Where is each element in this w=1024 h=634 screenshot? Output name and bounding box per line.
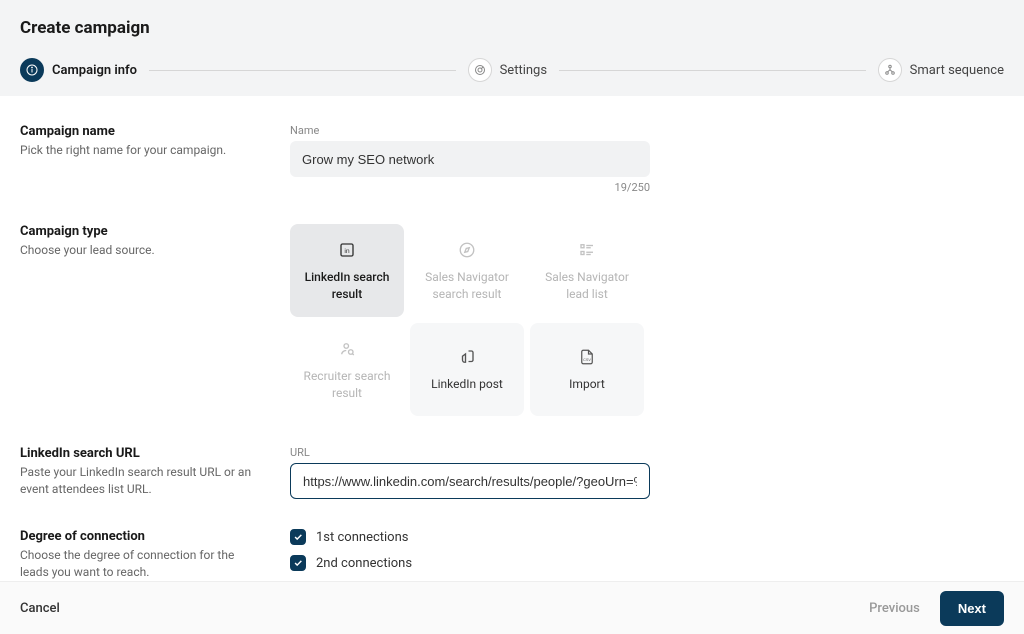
compass-icon: [458, 239, 476, 261]
linkedin-url-desc: Paste your LinkedIn search result URL or…: [20, 464, 260, 498]
tile-recruiter-search[interactable]: Recruiter search result: [290, 323, 404, 416]
tile-sales-nav-search[interactable]: Sales Navigator search result: [410, 224, 524, 317]
step-smart-sequence[interactable]: Smart sequence: [878, 58, 1004, 82]
step-settings[interactable]: Settings: [468, 58, 547, 82]
campaign-type-title: Campaign type: [20, 224, 260, 239]
step-campaign-info[interactable]: Campaign info: [20, 58, 137, 82]
svg-text:CSV: CSV: [583, 358, 591, 362]
degree-desc: Choose the degree of connection for the …: [20, 547, 260, 581]
checkbox-icon: [290, 529, 306, 545]
linkedin-icon: in: [338, 239, 356, 261]
page-title: Create campaign: [20, 18, 1004, 38]
tile-label: LinkedIn post: [431, 376, 503, 392]
campaign-name-title: Campaign name: [20, 124, 260, 139]
tile-linkedin-search[interactable]: in LinkedIn search result: [290, 224, 404, 317]
step-connector: [559, 70, 866, 71]
checkbox-2nd-connections[interactable]: 2nd connections: [290, 555, 650, 571]
step-label: Campaign info: [52, 63, 137, 78]
cancel-button[interactable]: Cancel: [20, 601, 60, 616]
tile-label: Recruiter search result: [300, 368, 394, 400]
degree-title: Degree of connection: [20, 529, 260, 544]
step-label: Smart sequence: [910, 63, 1004, 78]
stepper: Campaign info Settings Smart sequence: [0, 52, 1024, 96]
previous-button[interactable]: Previous: [869, 601, 920, 616]
linkedin-url-input[interactable]: [290, 463, 650, 499]
checkbox-1st-connections[interactable]: 1st connections: [290, 529, 650, 545]
svg-text:in: in: [344, 248, 349, 255]
char-counter: 19/250: [290, 181, 650, 194]
tile-label: LinkedIn search result: [300, 269, 394, 301]
target-icon: [468, 58, 492, 82]
tile-sales-nav-lead-list[interactable]: Sales Navigator lead list: [530, 224, 644, 317]
hierarchy-icon: [878, 58, 902, 82]
campaign-name-input[interactable]: [290, 141, 650, 177]
csv-file-icon: CSV: [578, 346, 596, 368]
next-button[interactable]: Next: [940, 591, 1004, 626]
tile-linkedin-post[interactable]: LinkedIn post: [410, 323, 524, 416]
campaign-type-desc: Choose your lead source.: [20, 242, 260, 259]
checkbox-icon: [290, 555, 306, 571]
post-thumbs-icon: [458, 346, 476, 368]
name-field-label: Name: [290, 124, 650, 137]
campaign-name-desc: Pick the right name for your campaign.: [20, 142, 260, 159]
person-search-icon: [338, 338, 356, 360]
checkbox-label: 2nd connections: [316, 556, 412, 571]
linkedin-url-title: LinkedIn search URL: [20, 446, 260, 461]
tile-label: Sales Navigator search result: [420, 269, 514, 301]
checkbox-label: 1st connections: [316, 530, 409, 545]
info-circle-icon: [20, 58, 44, 82]
url-field-label: URL: [290, 446, 650, 459]
step-connector: [149, 70, 456, 71]
tile-label: Sales Navigator lead list: [540, 269, 634, 301]
tile-import[interactable]: CSV Import: [530, 323, 644, 416]
step-label: Settings: [500, 63, 547, 78]
list-icon: [578, 239, 596, 261]
tile-label: Import: [569, 376, 605, 392]
